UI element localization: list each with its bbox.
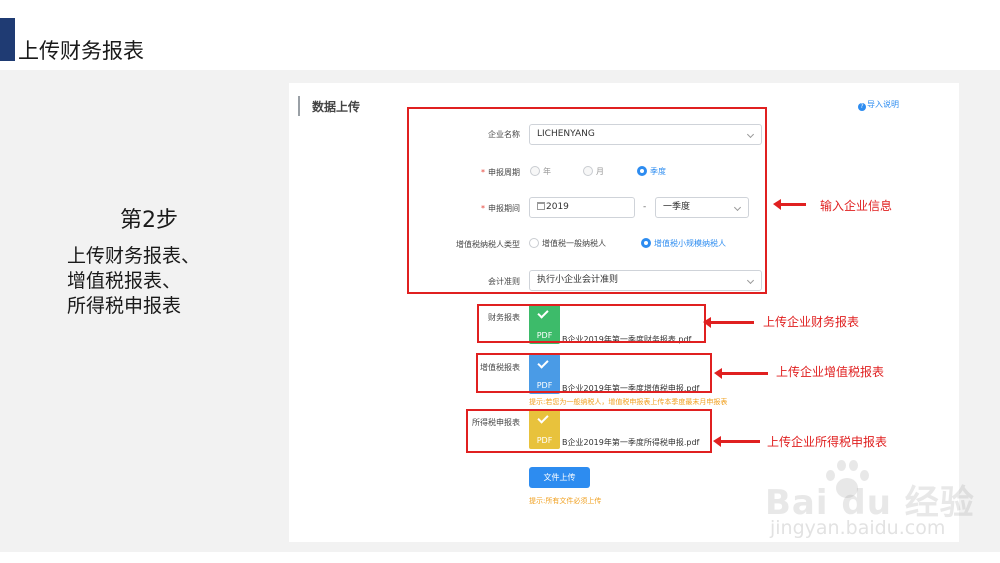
step-heading: 第2步	[120, 208, 178, 233]
vat-report-highlight	[476, 353, 712, 393]
company-info-highlight	[407, 107, 767, 294]
baidu-watermark-url: jingyan.baidu.com	[770, 517, 946, 539]
import-help-link[interactable]: ? 导入说明	[858, 99, 899, 111]
vat-hint: 提示:若您为一般纳税人，增值税申报表上传本季度最末月申报表	[529, 398, 728, 406]
step-line-3: 所得税申报表	[67, 295, 182, 317]
annotation-income-tax: 上传企业所得税申报表	[767, 435, 888, 449]
financial-report-highlight	[477, 304, 706, 343]
annotation-financial: 上传企业财务报表	[763, 315, 860, 329]
upload-hint: 提示:所有文件必须上传	[529, 497, 602, 505]
arrow-left-icon	[773, 199, 806, 210]
arrow-left-icon	[703, 317, 754, 328]
panel-title: 数据上传	[312, 100, 361, 114]
income-tax-report-highlight	[466, 409, 712, 453]
title-bar-accent	[0, 18, 15, 61]
slide-title: 上传财务报表	[18, 39, 144, 63]
step-line-1: 上传财务报表、	[67, 245, 201, 267]
annotation-vat: 上传企业增值税报表	[776, 365, 885, 379]
arrow-left-icon	[713, 436, 760, 447]
import-help-label: 导入说明	[867, 100, 899, 109]
arrow-left-icon	[714, 368, 768, 379]
slide-header	[0, 0, 1000, 70]
question-icon: ?	[858, 103, 866, 111]
panel-title-accent	[298, 96, 300, 116]
step-line-2: 增值税报表、	[67, 270, 182, 292]
annotation-company-info: 输入企业信息	[820, 199, 893, 213]
file-upload-button[interactable]: 文件上传	[529, 467, 590, 488]
